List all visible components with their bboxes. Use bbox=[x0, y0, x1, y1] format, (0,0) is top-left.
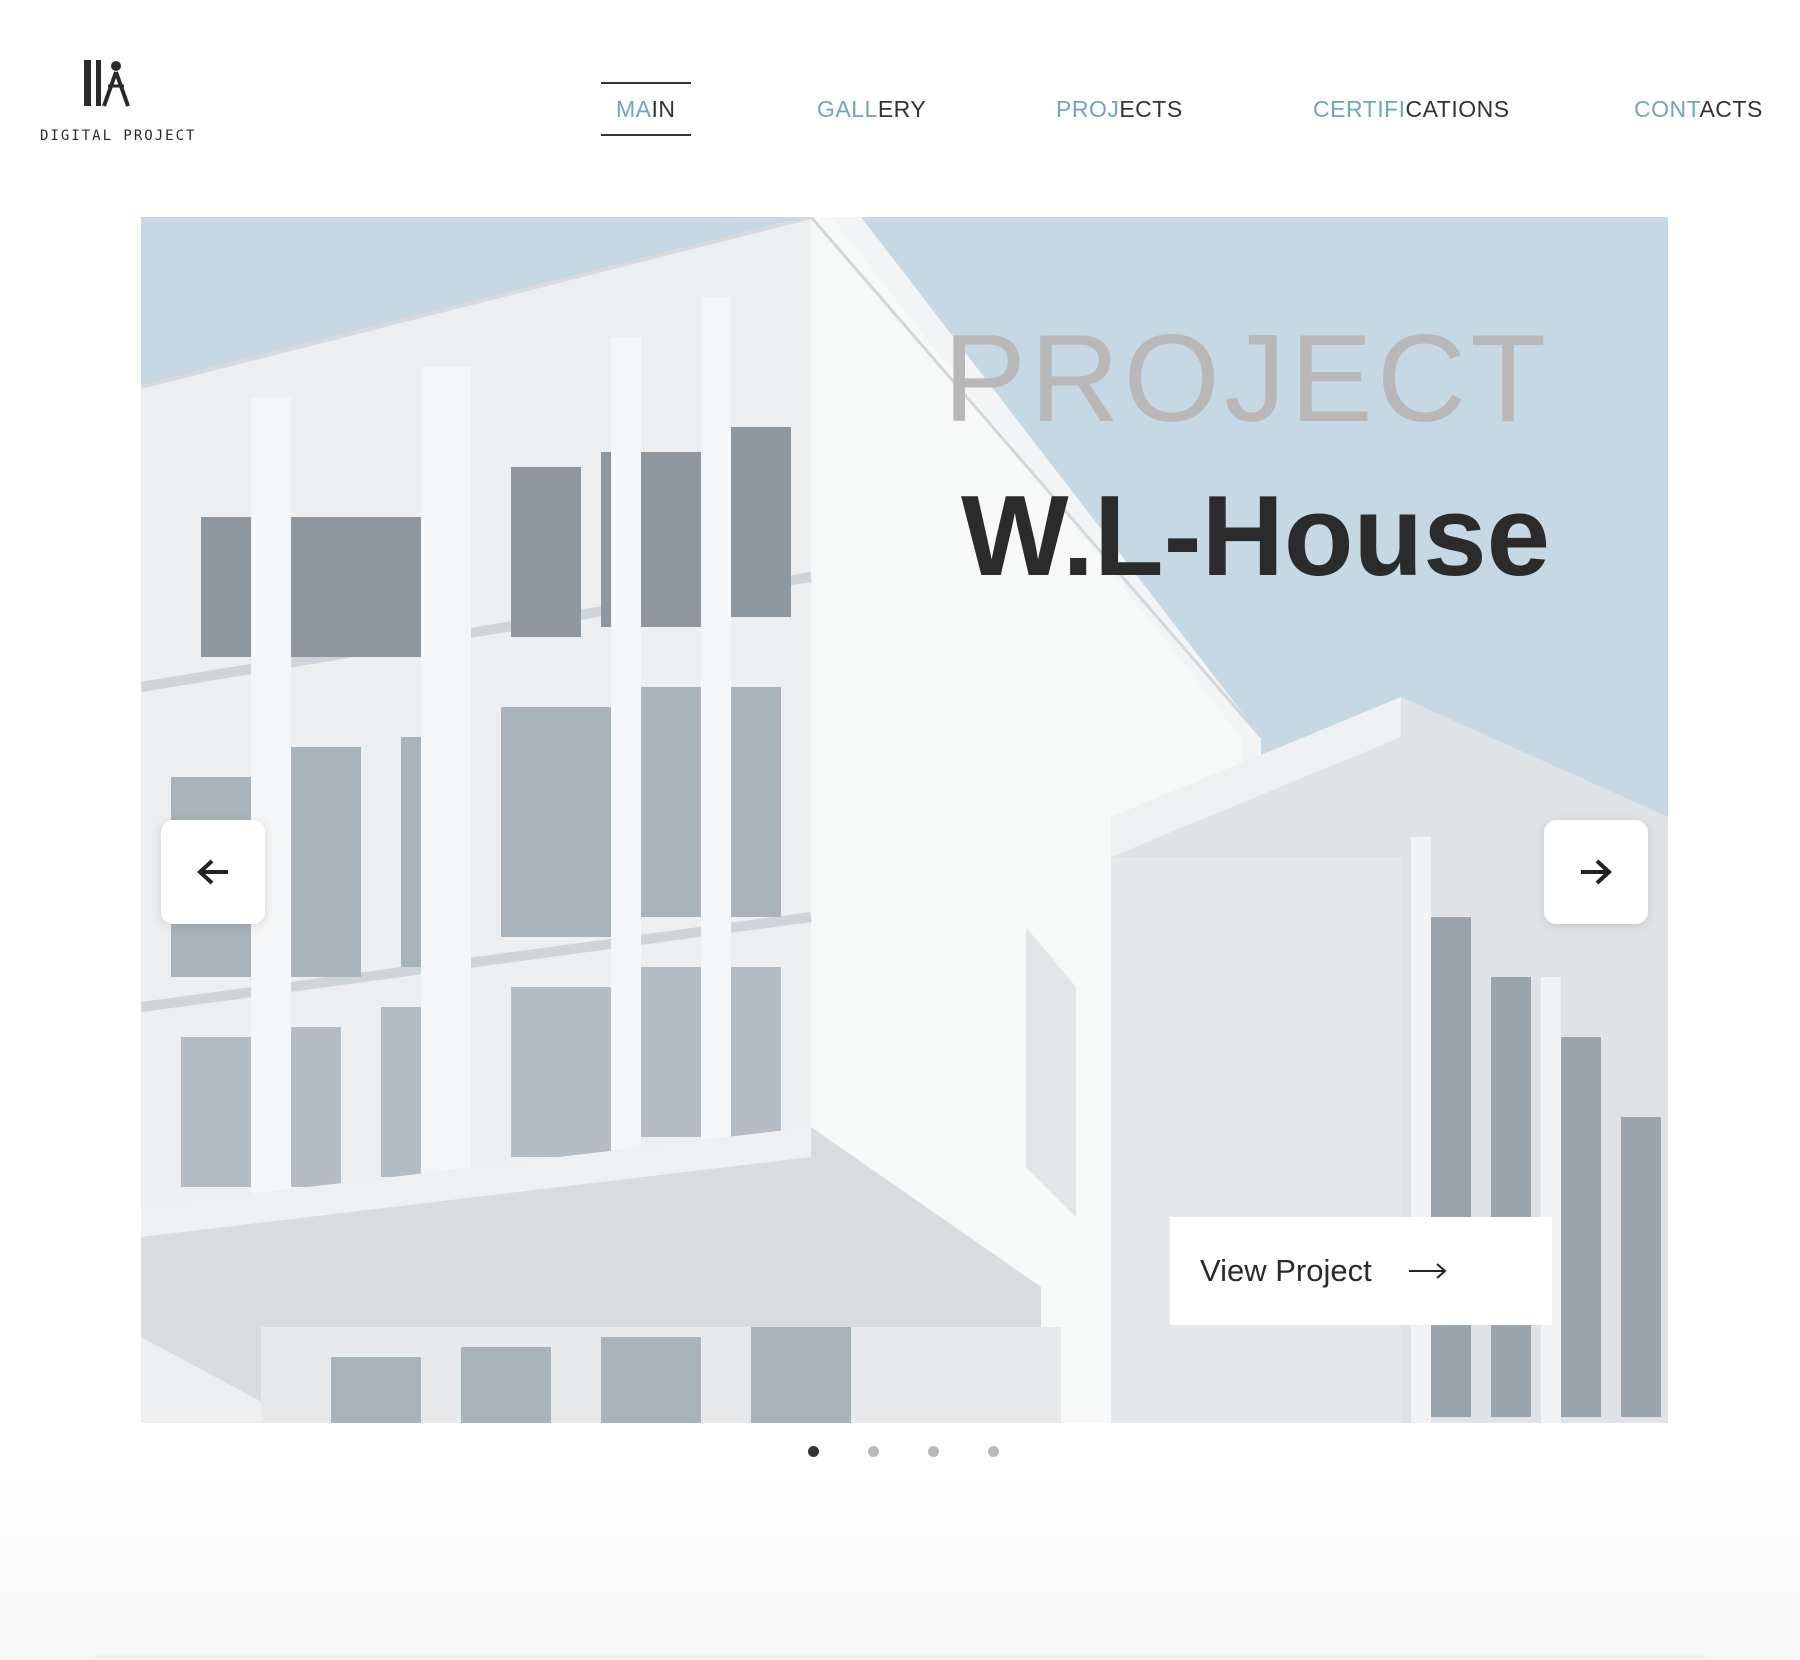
pagination-dot-1[interactable] bbox=[808, 1446, 819, 1457]
view-project-button[interactable]: View Project bbox=[1170, 1217, 1552, 1325]
site-header: DIGITAL PROJECT MAIN GALLERY PROJECTS CE… bbox=[0, 0, 1800, 200]
pagination-dot-4[interactable] bbox=[988, 1446, 999, 1457]
nav-main[interactable]: MAIN bbox=[601, 82, 691, 136]
nav-main-rest: IN bbox=[651, 96, 676, 122]
hero-title: W.L-House bbox=[961, 473, 1550, 600]
nav-certifications-rest: CATIONS bbox=[1405, 96, 1510, 122]
nav-contacts-accent: CONT bbox=[1634, 96, 1700, 122]
site-logo[interactable]: DIGITAL PROJECT bbox=[40, 58, 197, 150]
section-divider bbox=[90, 1655, 1710, 1659]
logo-text: DIGITAL PROJECT bbox=[40, 128, 197, 144]
nav-gallery-accent: GALL bbox=[817, 96, 878, 122]
nav-contacts-rest: ACTS bbox=[1699, 96, 1763, 122]
nav-gallery-rest: ERY bbox=[877, 96, 927, 122]
pagination-dot-3[interactable] bbox=[928, 1446, 939, 1457]
nav-main-accent: MA bbox=[616, 96, 652, 122]
view-project-label: View Project bbox=[1200, 1253, 1372, 1288]
hero-slider: PROJECT W.L-House View Project bbox=[141, 217, 1668, 1423]
pagination-dot-2[interactable] bbox=[868, 1446, 879, 1457]
slider-prev-button[interactable] bbox=[161, 820, 265, 924]
nav-projects-rest: ECTS bbox=[1119, 96, 1183, 122]
arrow-right-icon bbox=[1581, 859, 1612, 885]
nav-contacts[interactable]: CONTACTS bbox=[1634, 88, 1763, 130]
nav-projects-accent: PROJ bbox=[1056, 96, 1120, 122]
nav-certifications-accent: CERTIFI bbox=[1313, 96, 1406, 122]
long-arrow-right-icon bbox=[1408, 1261, 1448, 1281]
compass-pencils-logo bbox=[84, 60, 130, 107]
hero-kicker: PROJECT bbox=[943, 310, 1550, 448]
lower-section bbox=[0, 1470, 1800, 1660]
nav-gallery[interactable]: GALLERY bbox=[817, 88, 926, 130]
nav-certifications[interactable]: CERTIFICATIONS bbox=[1313, 88, 1510, 130]
nav-projects[interactable]: PROJECTS bbox=[1056, 88, 1183, 130]
arrow-left-icon bbox=[197, 859, 228, 885]
slider-next-button[interactable] bbox=[1544, 820, 1648, 924]
